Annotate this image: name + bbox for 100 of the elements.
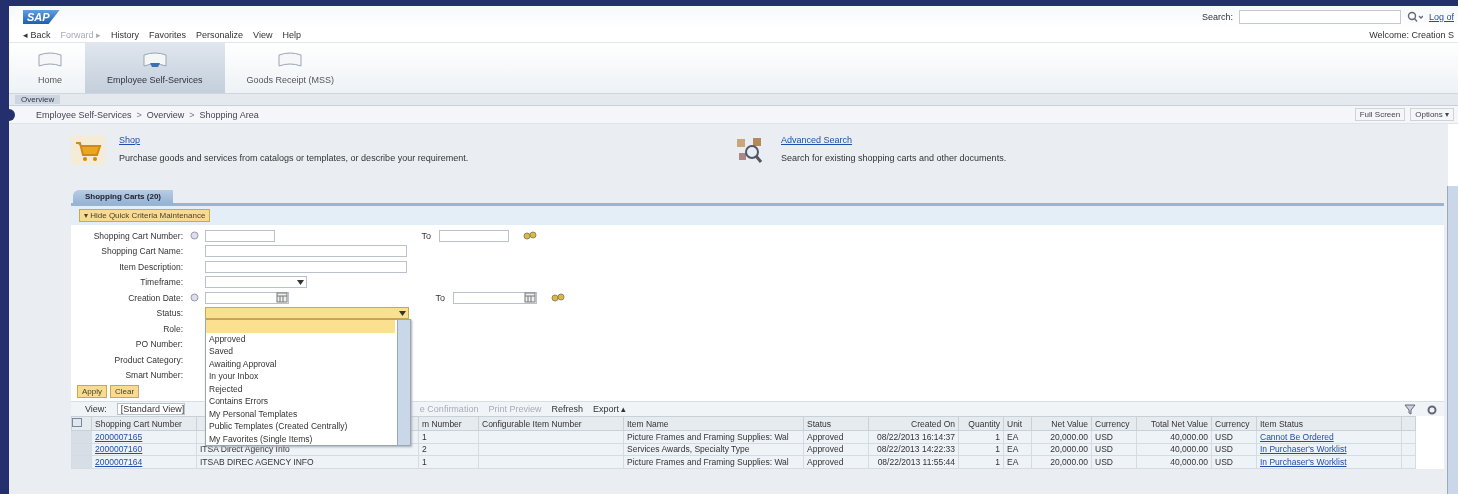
to-label: To [420, 230, 431, 241]
field-label: Timeframe: [139, 277, 183, 288]
calendar-icon[interactable] [524, 292, 536, 304]
option-icon[interactable] [189, 293, 199, 303]
date-field[interactable] [453, 291, 537, 304]
table-cell: EA [1007, 431, 1019, 442]
field-label: Creation Date: [127, 292, 183, 303]
table-cell: Approved [807, 456, 844, 467]
dropdown-option[interactable]: Contains Errors [206, 395, 395, 408]
dropdown-option[interactable]: Approved [206, 332, 395, 346]
dropdown-option[interactable]: My Favorites (Single Items) [206, 432, 395, 446]
menu-item[interactable]: Personalize [196, 30, 244, 40]
table-cell: 08/22/2013 11:55:44 [877, 456, 955, 467]
sap-logo: SAP [23, 10, 60, 24]
dropdown-option[interactable]: In your Inbox [206, 370, 395, 383]
table-cell: 20,000.00 [1050, 444, 1088, 455]
service-link[interactable]: Advanced Search [781, 135, 1007, 145]
service-description: Search for existing shopping carts and other documents. [781, 153, 1007, 163]
table-cell: 20,000.00 [1050, 456, 1088, 467]
toolbar-action[interactable]: Refresh [551, 404, 583, 414]
table-cell: 1 [422, 456, 427, 467]
text-field[interactable] [205, 260, 407, 273]
shopping-carts-tab[interactable]: Shopping Carts (20) [73, 190, 173, 203]
breadcrumb-link[interactable]: Employee Self-Services [36, 109, 132, 120]
nav-tab[interactable]: Goods Receipt (MSS) [224, 43, 357, 93]
caret-icon [297, 279, 304, 285]
field-label: Product Category: [113, 354, 183, 365]
table-cell: 40,000.00 [1170, 444, 1208, 455]
breadcrumb-link[interactable]: Shopping Area [199, 109, 259, 120]
text-field[interactable] [439, 229, 509, 242]
menu-item[interactable]: Favorites [149, 30, 187, 40]
timeframe-select[interactable] [205, 276, 307, 289]
status-dropdown[interactable] [205, 307, 409, 320]
side-scroll-bar[interactable] [1447, 186, 1458, 494]
option-icon[interactable] [189, 231, 199, 241]
view-select[interactable]: [Standard View] [116, 403, 185, 415]
filter-icon[interactable] [1404, 403, 1416, 415]
dropdown-option[interactable]: Rejected [206, 382, 395, 396]
glasses-icon[interactable] [551, 293, 565, 303]
tray-icon [37, 51, 63, 69]
nav-tab[interactable]: Home [15, 43, 85, 93]
text-field[interactable] [205, 229, 275, 242]
table-cell: 40,000.00 [1170, 456, 1208, 467]
search-icon[interactable] [1406, 11, 1423, 23]
cart-icon [71, 135, 105, 165]
criteria-button[interactable]: Clear [110, 385, 140, 398]
select-all-icon[interactable] [72, 418, 82, 427]
field-label: Role: [162, 323, 183, 334]
field-label: Status: [155, 308, 183, 319]
date-field[interactable] [205, 291, 289, 304]
search-field[interactable] [1238, 10, 1401, 24]
table-cell: 1 [995, 431, 1000, 442]
scroll-bar[interactable] [397, 320, 410, 446]
dropdown-option[interactable]: My Personal Templates [206, 407, 395, 421]
calendar-icon[interactable] [276, 292, 288, 304]
menu-item[interactable]: View [253, 30, 273, 40]
to-label: To [434, 292, 445, 303]
column-header[interactable]: Item Name [627, 418, 669, 429]
glasses-icon[interactable] [523, 231, 537, 241]
text-field[interactable] [205, 245, 407, 258]
field-label: Smart Number: [124, 370, 183, 381]
settings-icon[interactable] [1426, 403, 1438, 415]
breadcrumb-separator: > [189, 109, 195, 120]
page-action-button[interactable]: Full Screen [1354, 108, 1406, 121]
menu-item[interactable]: History [111, 30, 140, 40]
table-cell: Services Awards, Specialty Type [627, 444, 750, 455]
table-cell: 1 [995, 444, 1000, 455]
dropdown-option[interactable]: Awaiting Approval [206, 357, 395, 371]
breadcrumb-link[interactable]: Overview [146, 109, 185, 120]
table-cell: USD [1095, 456, 1113, 467]
criteria-button[interactable]: Apply [77, 385, 107, 398]
table-cell: Picture Frames and Framing Supplies: Wal [627, 456, 789, 467]
table-cell: Approved [807, 431, 844, 442]
table-cell: 1 [995, 456, 1000, 467]
page-action-button[interactable]: Options ▾ [1410, 108, 1454, 121]
table-cell: Approved [807, 444, 844, 455]
service-description: Purchase goods and services from catalogs or templates, or describe your requirement. [119, 153, 469, 163]
table-cell: USD [1215, 456, 1233, 467]
table-cell: 1 [422, 431, 427, 442]
table-cell: ITSAB DIREC AGENCY INFO [200, 456, 314, 467]
hide-criteria-button[interactable]: ▾ Hide Quick Criteria Maintenance [79, 209, 211, 222]
table-cell: EA [1007, 456, 1019, 467]
toolbar-action[interactable]: Export ▴ [592, 404, 627, 414]
log-off-link[interactable]: Log of [1428, 12, 1454, 22]
dropdown-option[interactable]: Saved [206, 345, 395, 358]
menu-item[interactable]: Help [282, 30, 301, 40]
search-label: Search: [1201, 12, 1233, 22]
table-cell: 40,000.00 [1170, 431, 1208, 442]
table-cell: Picture Frames and Framing Supplies: Wal [627, 431, 789, 442]
nav-tab[interactable]: Employee Self-Services [85, 43, 225, 93]
table-cell: USD [1215, 444, 1233, 455]
table-cell: USD [1215, 431, 1233, 442]
table-cell: USD [1095, 431, 1113, 442]
overview-tab[interactable]: Overview [15, 95, 61, 104]
menu-item[interactable]: ◂ Back [23, 30, 51, 40]
welcome-text: Welcome: Creation S [1369, 30, 1454, 40]
breadcrumb-separator: > [136, 109, 142, 120]
service-link[interactable]: Shop [119, 135, 469, 145]
field-label: Item Description: [118, 261, 183, 272]
table-cell: USD [1095, 444, 1113, 455]
